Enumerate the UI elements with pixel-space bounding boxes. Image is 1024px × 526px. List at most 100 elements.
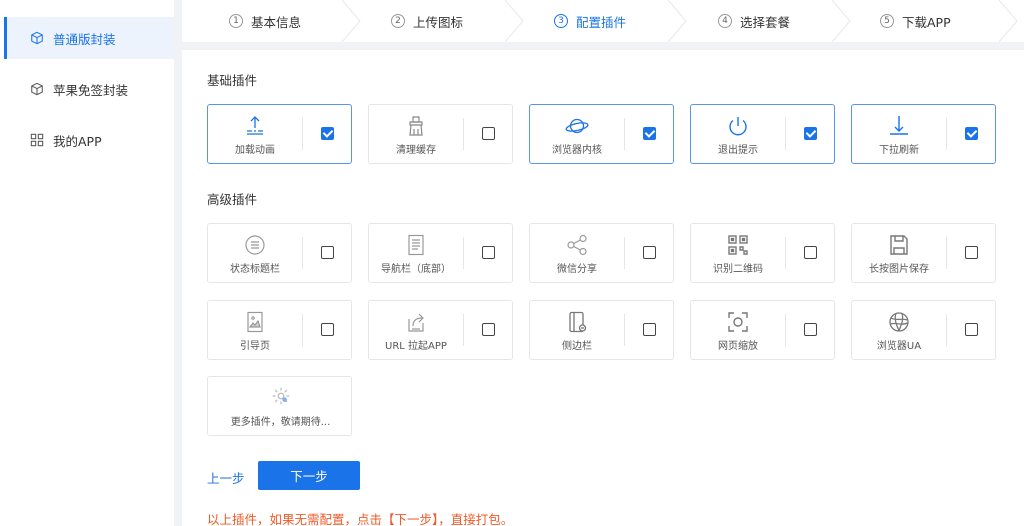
step-choose-plan[interactable]: 4 选择套餐 [718,0,790,42]
divider [946,118,947,150]
more-plugins-card: 更多插件，敬请期待... [207,376,352,436]
plugin-card-pull-refresh[interactable]: 下拉刷新 [851,104,996,164]
plugin-label: 浏览器内核 [552,145,602,156]
sidebar-item-my-app[interactable]: 我的APP [4,119,174,161]
plugin-card-long-press-save[interactable]: 长按图片保存 [851,223,996,283]
plugin-label: 退出提示 [718,145,758,156]
step-separator-icon [667,0,687,42]
cube-icon [30,31,44,45]
sidebar-item-label: 苹果免签封装 [53,82,129,98]
plugin-label: 加载动画 [235,145,275,156]
plugin-label: 下拉刷新 [879,145,919,156]
plugin-card-browser-ua[interactable]: 浏览器UA [851,300,996,360]
step-label: 基本信息 [251,14,302,30]
sidebar-item-normal-package[interactable]: 普通版封装 [4,17,174,59]
divider [302,237,303,269]
step-label: 配置插件 [576,14,627,30]
plugin-card-wechat-share[interactable]: 微信分享 [529,223,674,283]
broom-icon [369,113,463,139]
divider [785,314,786,346]
step-basic-info[interactable]: 1 基本信息 [229,0,301,42]
plugin-card-guide-page[interactable]: 引导页 [207,300,352,360]
plugin-checkbox[interactable] [804,323,817,336]
step-separator-icon [998,0,1018,42]
plugin-checkbox[interactable] [321,323,334,336]
sidebar-item-label: 普通版封装 [53,31,116,47]
plugin-label: 引导页 [240,341,270,352]
step-download-app[interactable]: 5 下载APP [880,0,951,42]
prev-step-link[interactable]: 上一步 [207,468,245,487]
divider [624,314,625,346]
plugin-card-page-zoom[interactable]: 网页缩放 [690,300,835,360]
step-config-plugins[interactable]: 3 配置插件 [554,0,626,42]
plugin-card-browser-kernel[interactable]: 浏览器内核 [529,104,674,164]
divider [463,237,464,269]
step-number: 4 [718,14,732,28]
save-icon [852,232,946,258]
plugin-card-bottom-nav[interactable]: 导航栏（底部） [368,223,513,283]
sidebar: 普通版封装 苹果免签封装 我的APP [0,0,174,526]
step-number: 5 [880,14,894,28]
grid-icon [30,133,44,147]
plugin-label: 长按图片保存 [869,264,929,275]
image-page-icon [208,309,302,335]
plugin-card-sidebar[interactable]: 侧边栏 [529,300,674,360]
divider [785,237,786,269]
plugin-checkbox[interactable] [965,127,978,140]
plugin-label: 状态标题栏 [230,264,280,275]
plugin-card-clear-cache[interactable]: 清理缓存 [368,104,513,164]
divider [946,314,947,346]
next-step-button[interactable]: 下一步 [258,461,360,490]
divider [463,314,464,346]
sidebar-item-label: 我的APP [53,133,102,149]
plugin-label: 网页缩放 [718,341,758,352]
notice-text: 以上插件，如果无需配置，点击【下一步】，直接打包。 [207,512,514,526]
plugin-checkbox[interactable] [482,246,495,259]
upload-loading-icon [208,113,302,139]
plugin-checkbox[interactable] [643,323,656,336]
step-label: 选择套餐 [740,14,791,30]
divider [624,118,625,150]
plugin-card-qrcode[interactable]: 识别二维码 [690,223,835,283]
plugin-card-url-launch-app[interactable]: URL 拉起APP [368,300,513,360]
cube-icon [30,82,44,96]
plugin-label: 浏览器UA [876,341,922,352]
step-separator-icon [341,0,361,42]
plugin-checkbox[interactable] [965,246,978,259]
step-number: 3 [554,14,568,28]
pull-down-icon [852,113,946,139]
plugin-checkbox[interactable] [321,127,334,140]
share-icon [530,232,624,258]
step-separator-icon [504,0,524,42]
step-label: 上传图标 [413,14,464,30]
plugin-card-loading-animation[interactable]: 加载动画 [207,104,352,164]
sidebar-item-apple-package[interactable]: 苹果免签封装 [4,68,174,110]
divider [463,118,464,150]
step-label: 下载APP [902,14,951,30]
plugin-checkbox[interactable] [804,246,817,259]
plugin-checkbox[interactable] [321,246,334,259]
plugin-label: 导航栏（底部） [381,264,451,275]
divider [946,237,947,269]
list-circle-icon [208,232,302,258]
step-upload-icon[interactable]: 2 上传图标 [391,0,463,42]
plugin-checkbox[interactable] [643,127,656,140]
divider [302,118,303,150]
divider [624,237,625,269]
plugin-label: 微信分享 [557,264,597,275]
plugin-checkbox[interactable] [804,127,817,140]
gear-icon [208,385,353,407]
plugin-label: URL 拉起APP [385,341,447,352]
qrcode-icon [691,232,785,258]
plugin-checkbox[interactable] [482,323,495,336]
step-separator-icon [831,0,851,42]
plugin-checkbox[interactable] [482,127,495,140]
zoom-frame-icon [691,309,785,335]
globe-icon [852,309,946,335]
plugin-checkbox[interactable] [643,246,656,259]
plugin-checkbox[interactable] [965,323,978,336]
plugin-label: 识别二维码 [713,264,763,275]
plugin-card-exit-prompt[interactable]: 退出提示 [690,104,835,164]
divider [302,314,303,346]
plugin-card-status-title-bar[interactable]: 状态标题栏 [207,223,352,283]
